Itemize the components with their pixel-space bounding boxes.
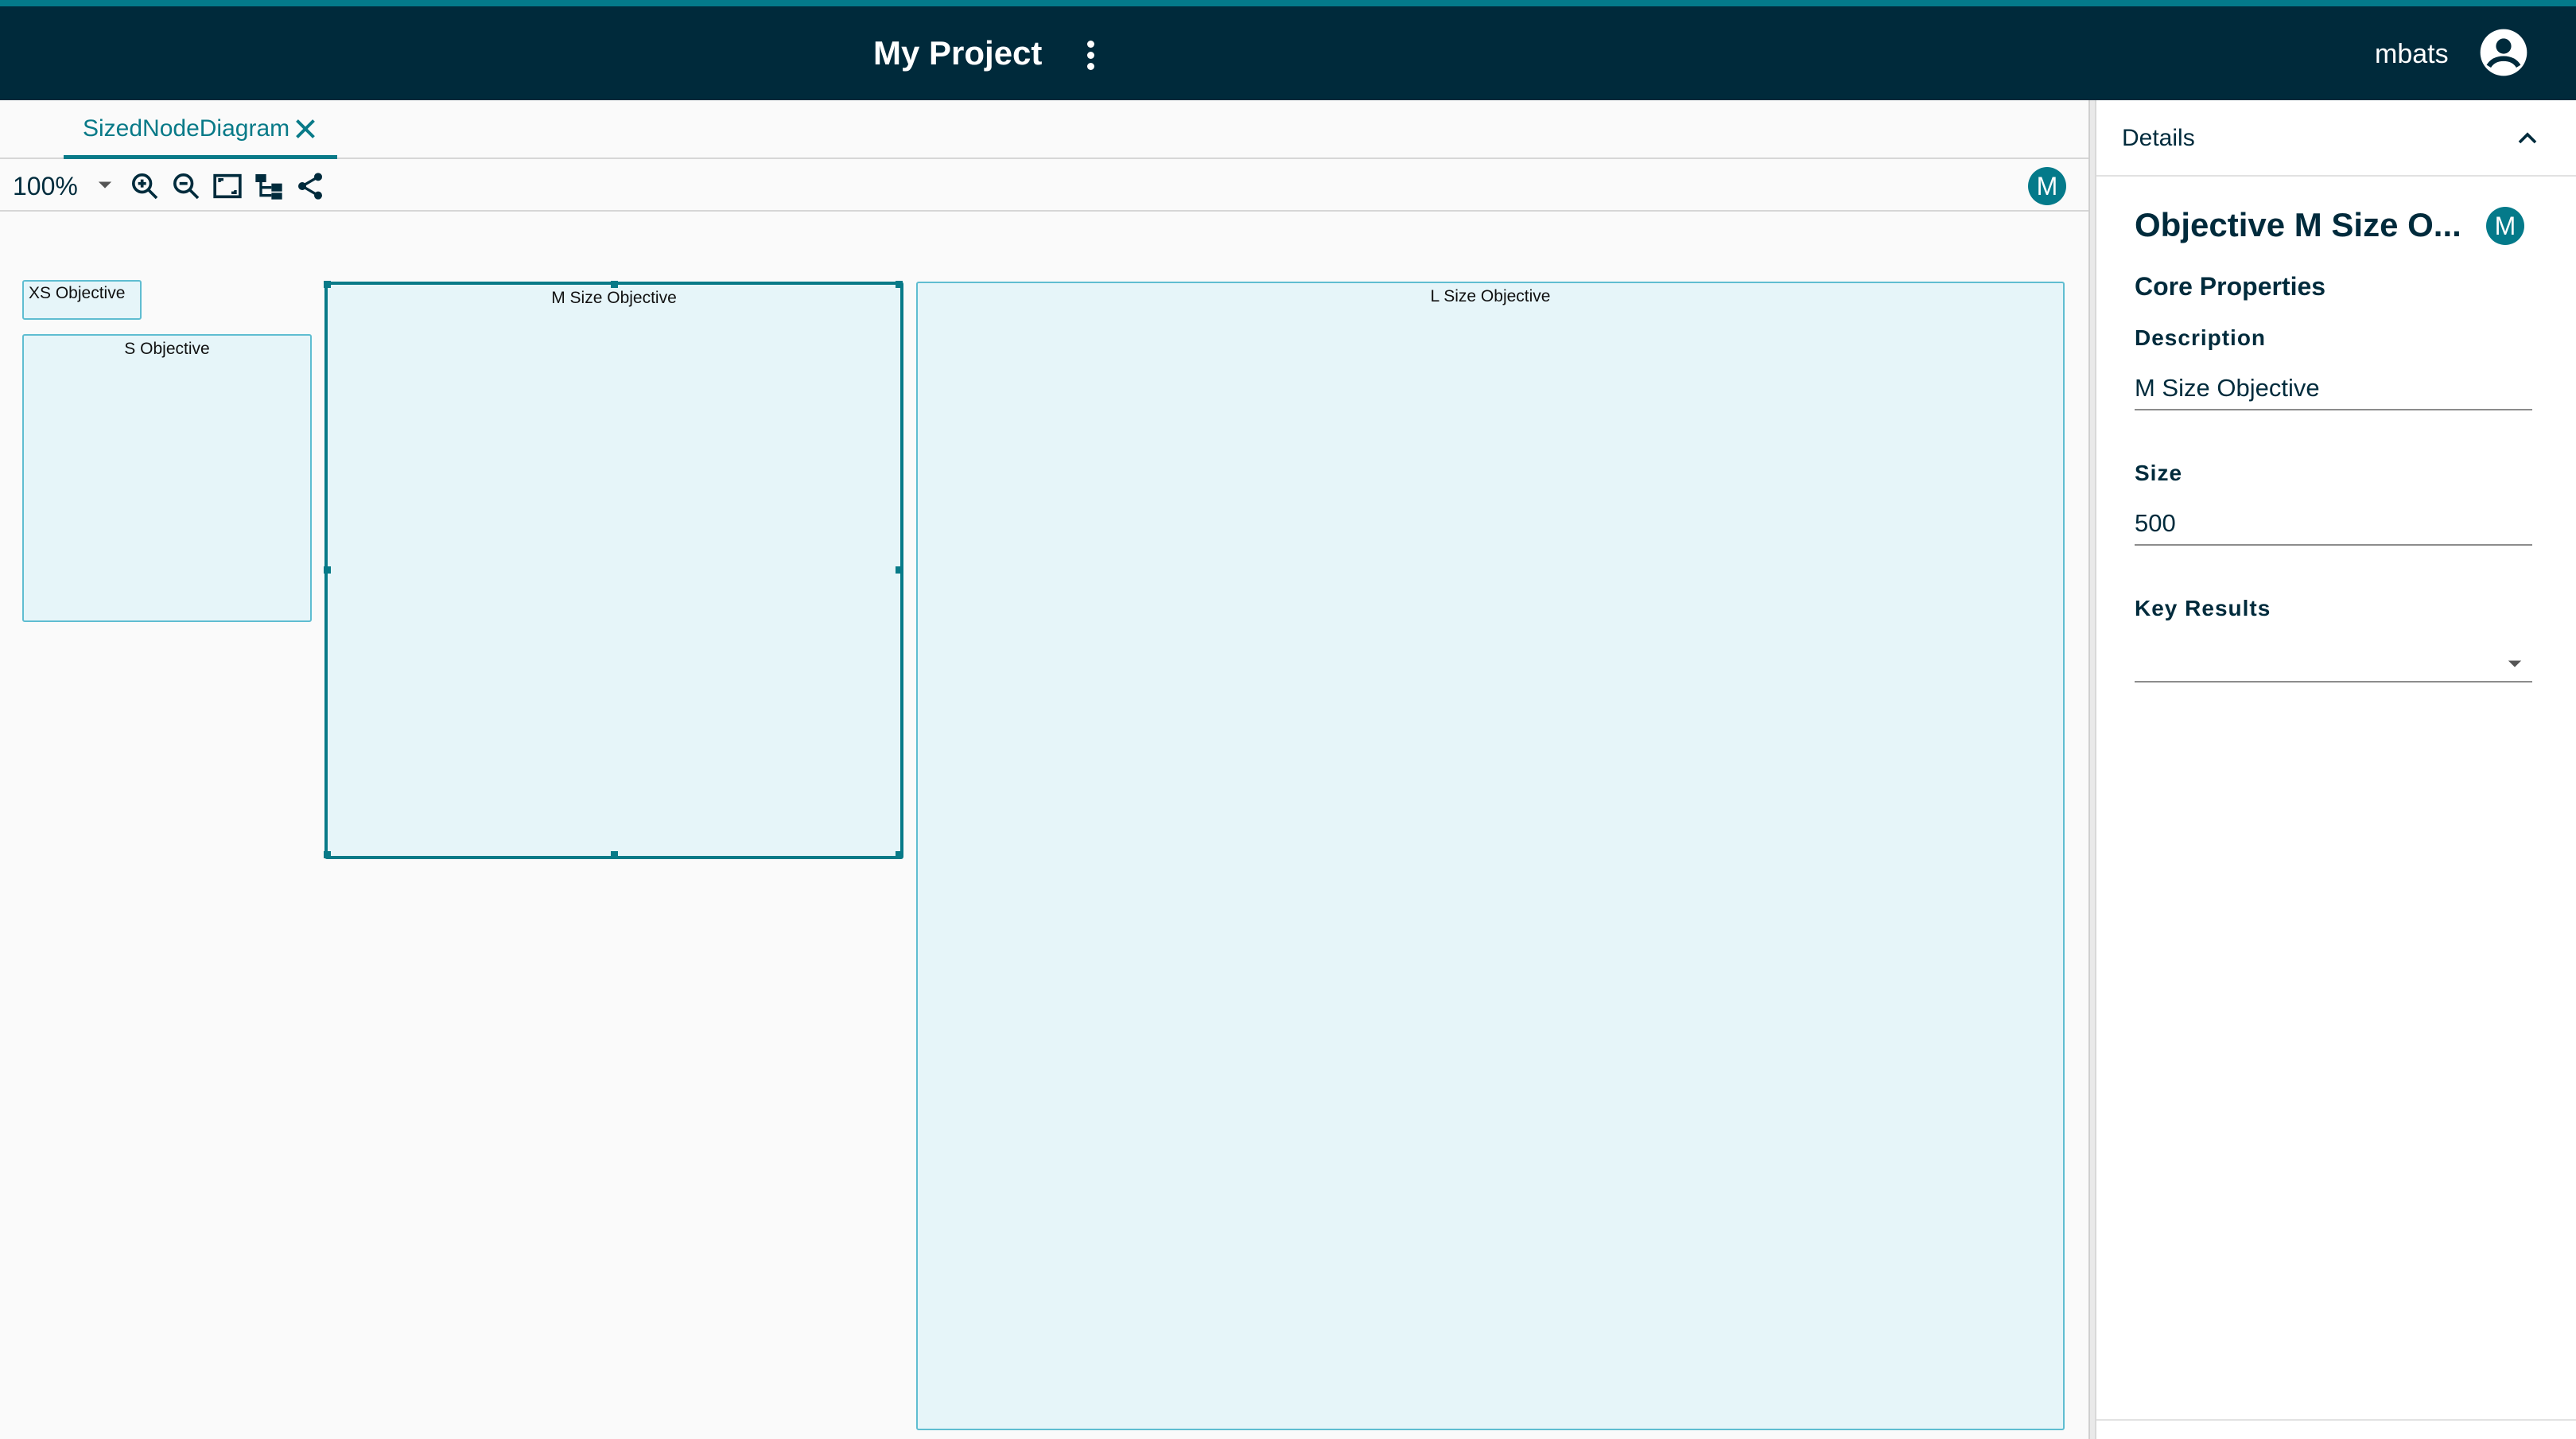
resize-handle[interactable] <box>896 566 903 574</box>
resize-handle[interactable] <box>611 281 618 288</box>
share-icon[interactable] <box>294 170 326 202</box>
resize-handle[interactable] <box>896 851 903 858</box>
project-title: My Project <box>873 34 1043 72</box>
node-label: M Size Objective <box>551 289 677 307</box>
tab-label: SizedNodeDiagram <box>83 115 290 142</box>
resize-handle[interactable] <box>324 566 331 574</box>
editor-tabbar: SizedNodeDiagram <box>0 100 2088 159</box>
resize-handle[interactable] <box>324 851 331 858</box>
node-s-objective[interactable]: S Objective <box>22 334 312 622</box>
node-xs-objective[interactable]: XS Objective <box>22 280 142 320</box>
description-label: Description <box>2135 325 2267 350</box>
tab-sizednodediagram[interactable]: SizedNodeDiagram <box>64 100 337 159</box>
description-field[interactable] <box>2135 368 2532 410</box>
kebab-dot-icon <box>1087 41 1094 48</box>
kebab-dot-icon <box>1087 52 1094 59</box>
chevron-down-icon[interactable] <box>94 173 116 196</box>
node-label: XS Objective <box>29 284 126 302</box>
size-field[interactable] <box>2135 503 2532 546</box>
zoom-level[interactable]: 100% <box>13 170 78 202</box>
resize-handle[interactable] <box>324 281 331 288</box>
chevron-up-icon[interactable] <box>2512 123 2543 154</box>
details-title: Objective M Size O... <box>2135 206 2461 243</box>
node-label: S Objective <box>124 340 210 358</box>
project-menu-button[interactable] <box>1080 38 1102 73</box>
panel-splitter[interactable] <box>2088 100 2095 1439</box>
details-avatar: M <box>2486 207 2524 245</box>
diagram-editor: SizedNodeDiagram 100% M XS Objective S O… <box>0 100 2088 1439</box>
section-title: Core Properties <box>2135 272 2326 301</box>
resize-handle[interactable] <box>611 851 618 858</box>
key-results-select[interactable] <box>2135 638 2532 683</box>
fit-screen-icon[interactable] <box>212 170 243 202</box>
details-header[interactable]: Details <box>2096 100 2576 177</box>
top-accent-bar <box>0 0 2576 6</box>
kebab-dot-icon <box>1087 63 1094 70</box>
node-m-size-objective[interactable]: M Size Objective <box>324 281 903 859</box>
user-name: mbats <box>2375 39 2449 69</box>
zoom-in-icon[interactable] <box>129 170 161 202</box>
node-label: L Size Objective <box>1430 287 1551 305</box>
resize-handle[interactable] <box>896 281 903 288</box>
presence-avatar: M <box>2028 167 2066 205</box>
app-header: My Project mbats <box>0 6 2576 100</box>
diagram-canvas[interactable]: XS Objective S Objective M Size Objectiv… <box>0 213 2088 1439</box>
node-l-size-objective[interactable]: L Size Objective <box>916 282 2065 1430</box>
key-results-label: Key Results <box>2135 596 2271 620</box>
diagram-toolbar: 100% M <box>0 161 2088 212</box>
layout-icon[interactable] <box>253 170 285 202</box>
zoom-out-icon[interactable] <box>170 170 202 202</box>
close-icon[interactable] <box>291 115 320 143</box>
details-header-label: Details <box>2122 125 2195 151</box>
chevron-down-icon[interactable] <box>2504 652 2526 675</box>
details-panel: Details Objective M Size O... M Core Pro… <box>2095 100 2576 1439</box>
panel-divider <box>2096 1419 2576 1421</box>
account-circle-icon[interactable] <box>2478 27 2529 78</box>
size-label: Size <box>2135 461 2183 485</box>
